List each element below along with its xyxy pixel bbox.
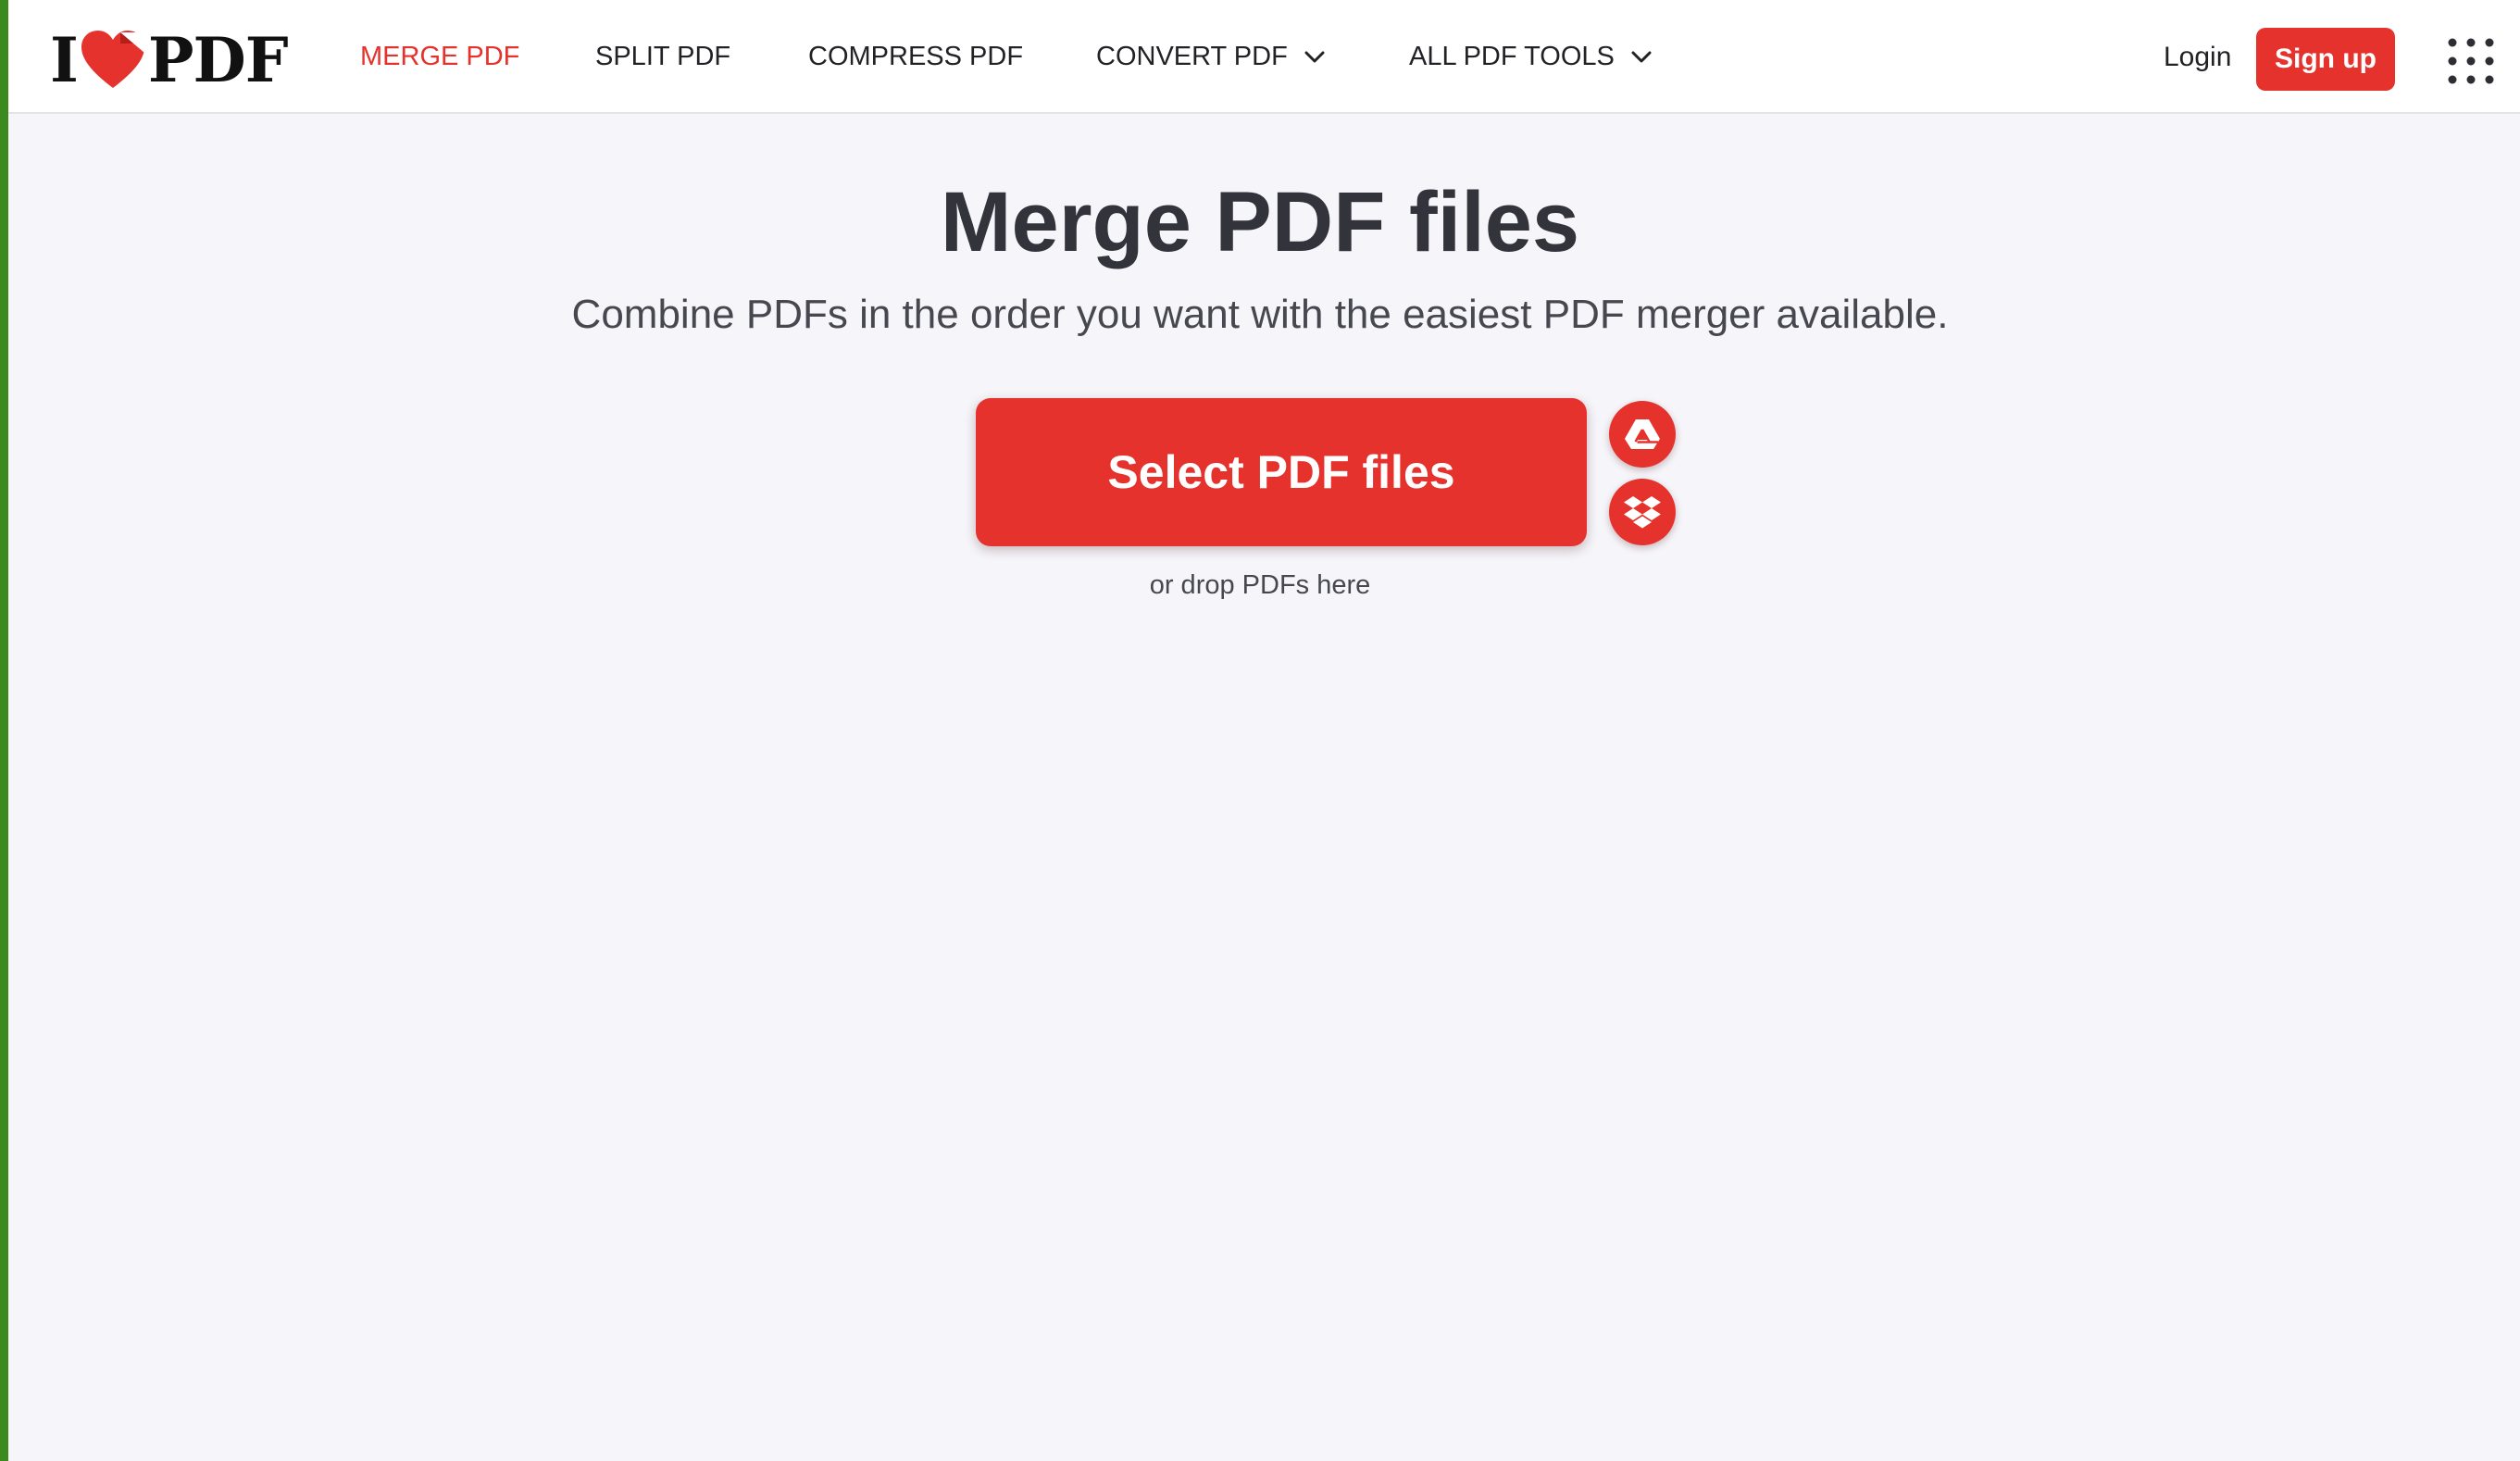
dropbox-button[interactable] [1609,479,1676,545]
nav-compress-pdf-label: COMPRESS PDF [808,42,1024,71]
select-pdf-files-button[interactable]: Select PDF files [976,398,1587,546]
google-drive-icon [1625,419,1660,449]
top-navigation-bar: I PDF MERGE PDF SPLIT PDF COMPRESS PDF C… [8,0,2520,114]
page-title: Merge PDF files [940,175,1580,269]
nav-merge-pdf-label: MERGE PDF [360,42,520,71]
logo-text-left: I [50,24,79,96]
window-edge [0,0,8,1461]
ilovepdf-logo[interactable]: I PDF [50,24,289,96]
google-drive-button[interactable] [1609,401,1676,468]
login-link[interactable]: Login [2164,0,2231,114]
chevron-down-icon [1631,51,1652,64]
signup-button[interactable]: Sign up [2256,28,2395,91]
nav-compress-pdf[interactable]: COMPRESS PDF [808,0,1023,114]
page-subtitle: Combine PDFs in the order you want with … [571,292,1949,337]
nav-split-pdf[interactable]: SPLIT PDF [595,0,730,114]
chevron-down-icon [1304,51,1325,64]
nav-all-pdf-tools-label: ALL PDF TOOLS [1409,42,1615,71]
nav-all-pdf-tools[interactable]: ALL PDF TOOLS [1409,0,1652,114]
drop-hint-text: or drop PDFs here [1149,570,1371,600]
heart-icon [81,31,144,88]
nav-split-pdf-label: SPLIT PDF [595,42,731,71]
logo-text-right: PDF [147,24,289,96]
nav-convert-pdf-label: CONVERT PDF [1096,42,1288,71]
dropbox-icon [1624,496,1661,529]
apps-grid-icon[interactable] [2445,35,2497,87]
nav-convert-pdf[interactable]: CONVERT PDF [1096,0,1325,114]
nav-merge-pdf[interactable]: MERGE PDF [360,0,519,114]
